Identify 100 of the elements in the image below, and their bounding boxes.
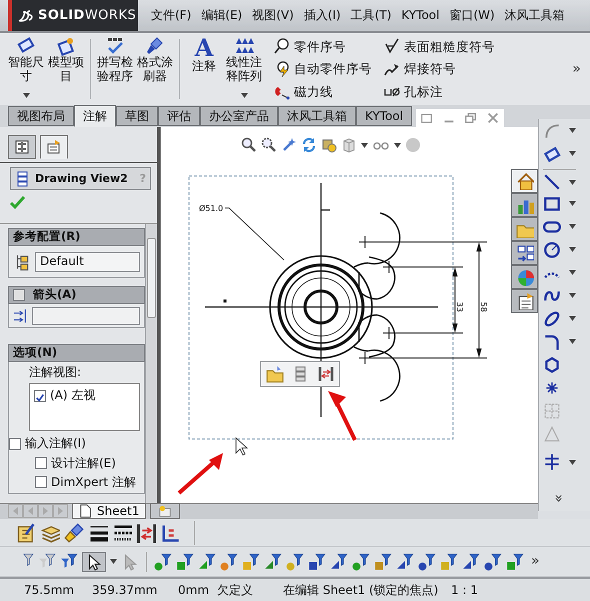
caret-icon[interactable] — [361, 142, 368, 148]
zoom-icon[interactable] — [261, 137, 277, 153]
close-icon[interactable] — [486, 111, 500, 125]
filter-icon[interactable] — [308, 552, 326, 570]
tab[interactable]: 注解 — [74, 105, 116, 127]
menu-item[interactable]: 插入(I) — [298, 8, 346, 23]
filter-icon[interactable] — [418, 552, 436, 570]
caret-icon[interactable] — [569, 460, 576, 464]
filter-icon[interactable] — [352, 552, 370, 570]
ribbon-button[interactable]: 焊接符号 — [382, 60, 497, 78]
fillet-icon[interactable] — [543, 332, 561, 350]
polygon-icon[interactable] — [543, 356, 561, 374]
ribbon-button[interactable]: A 注释 — [184, 35, 224, 103]
menu-item[interactable]: 文件(F) — [146, 8, 196, 23]
checkbox[interactable] — [9, 438, 21, 450]
caret-icon[interactable] — [569, 316, 576, 321]
configuration-dropdown[interactable]: Default — [35, 252, 140, 272]
dimension-text[interactable]: 33 — [455, 302, 464, 312]
filter-icon[interactable] — [198, 552, 216, 570]
window-icon[interactable] — [420, 111, 434, 125]
ribbon-button[interactable]: 拼写检验程序 — [95, 35, 135, 103]
wand-icon[interactable] — [281, 137, 297, 153]
ribbon-button[interactable]: 线性注释阵列 — [224, 35, 264, 103]
brush-icon[interactable] — [64, 522, 84, 542]
ribbon-button[interactable]: 零件序号 — [272, 37, 374, 56]
filter-icon[interactable] — [462, 552, 480, 570]
more-button[interactable]: » — [569, 60, 584, 78]
caret-icon[interactable] — [569, 339, 576, 344]
line-style-icon[interactable] — [112, 522, 132, 542]
ribbon-button[interactable]: 智能尺寸 — [6, 35, 46, 103]
menu-item[interactable]: 沐风工具箱 — [500, 8, 570, 23]
circle-icon[interactable] — [543, 240, 561, 258]
dimension-text[interactable]: Ø51.0 — [199, 204, 224, 213]
more-button[interactable]: » — [550, 491, 567, 506]
filter-icon[interactable] — [176, 552, 194, 570]
ribbon-button[interactable]: 自动零件序号 — [272, 60, 374, 78]
tab[interactable]: 视图布局 — [8, 106, 74, 126]
panel-tab[interactable] — [8, 135, 36, 159]
restore-icon[interactable] — [464, 111, 478, 125]
curve-icon[interactable] — [543, 122, 561, 140]
checkbox[interactable] — [35, 456, 47, 469]
menu-item[interactable]: KYTool — [396, 8, 444, 23]
select-button[interactable] — [82, 552, 106, 572]
filter-icon[interactable] — [242, 552, 260, 570]
caret-icon[interactable] — [569, 151, 576, 156]
section-header[interactable]: 选项(N) — [8, 344, 145, 362]
checkbox-label[interactable]: DimXpert 注解 — [51, 475, 136, 490]
task-pane-tab[interactable] — [511, 169, 538, 193]
menu-item[interactable]: 编辑(E) — [196, 8, 248, 23]
axis-icon[interactable] — [160, 522, 180, 542]
tab[interactable]: 草图 — [116, 106, 158, 126]
ellipse-icon[interactable] — [543, 310, 561, 328]
filter-icon[interactable] — [38, 552, 56, 570]
task-pane-tab[interactable] — [511, 289, 538, 313]
checkbox-label[interactable]: 输入注解(I) — [25, 436, 86, 451]
section-header[interactable]: 参考配置(R) — [8, 228, 145, 246]
swap-icon[interactable] — [136, 522, 156, 542]
ribbon-button[interactable]: 孔标注 — [382, 82, 497, 101]
filter-icon[interactable] — [506, 552, 524, 570]
tab[interactable]: 沐风工具箱 — [278, 106, 356, 126]
mirror-icon[interactable] — [543, 453, 561, 471]
filter-icon[interactable] — [396, 552, 414, 570]
menu-item[interactable]: 窗口(W) — [444, 8, 500, 23]
ribbon-button[interactable]: 磁力线 — [272, 82, 374, 101]
add-sheet-button[interactable] — [150, 503, 180, 519]
caret-icon[interactable] — [22, 93, 30, 98]
ribbon-button[interactable]: 格式涂刷器 — [135, 35, 175, 103]
align-icon[interactable] — [318, 366, 334, 382]
list-item[interactable]: (A) 左视 — [34, 388, 135, 403]
ribbon-button[interactable]: 模型项目 — [46, 35, 86, 103]
scrollbar[interactable] — [145, 224, 157, 503]
input-field[interactable] — [32, 306, 140, 324]
notes-icon[interactable] — [16, 522, 36, 542]
section-header[interactable]: 箭头(A) — [8, 286, 145, 304]
more-button[interactable]: » — [528, 553, 543, 570]
menu-item[interactable]: 视图(V) — [247, 8, 299, 23]
checkbox-label[interactable]: 设计注解(E) — [51, 456, 116, 470]
checkbox[interactable] — [13, 289, 25, 301]
view-boundary[interactable] — [188, 176, 454, 440]
filter-icon[interactable] — [484, 552, 502, 570]
sheet-tab[interactable]: Sheet1 — [72, 503, 146, 519]
filter-icon[interactable] — [60, 552, 78, 570]
filter-icon[interactable] — [286, 552, 304, 570]
refresh-icon[interactable] — [301, 137, 317, 153]
caret-icon[interactable] — [110, 559, 117, 564]
caret-icon[interactable] — [569, 180, 576, 184]
filter-icon[interactable] — [264, 552, 282, 570]
folder-icon[interactable] — [266, 365, 284, 383]
menu-item[interactable]: 工具(T) — [346, 8, 396, 23]
caret-icon[interactable] — [240, 93, 248, 98]
filter-icon[interactable] — [374, 552, 392, 570]
caret-icon[interactable] — [569, 293, 576, 298]
panel-tab[interactable] — [40, 135, 68, 159]
line-icon[interactable] — [543, 173, 561, 191]
zoom-icon[interactable] — [241, 137, 257, 153]
ribbon-button[interactable]: 表面粗糙度符号 — [382, 37, 497, 56]
filter-icon[interactable] — [154, 552, 172, 570]
caret-icon[interactable] — [569, 224, 576, 229]
filter-icon[interactable] — [330, 552, 348, 570]
tab[interactable]: 评估 — [158, 106, 200, 126]
